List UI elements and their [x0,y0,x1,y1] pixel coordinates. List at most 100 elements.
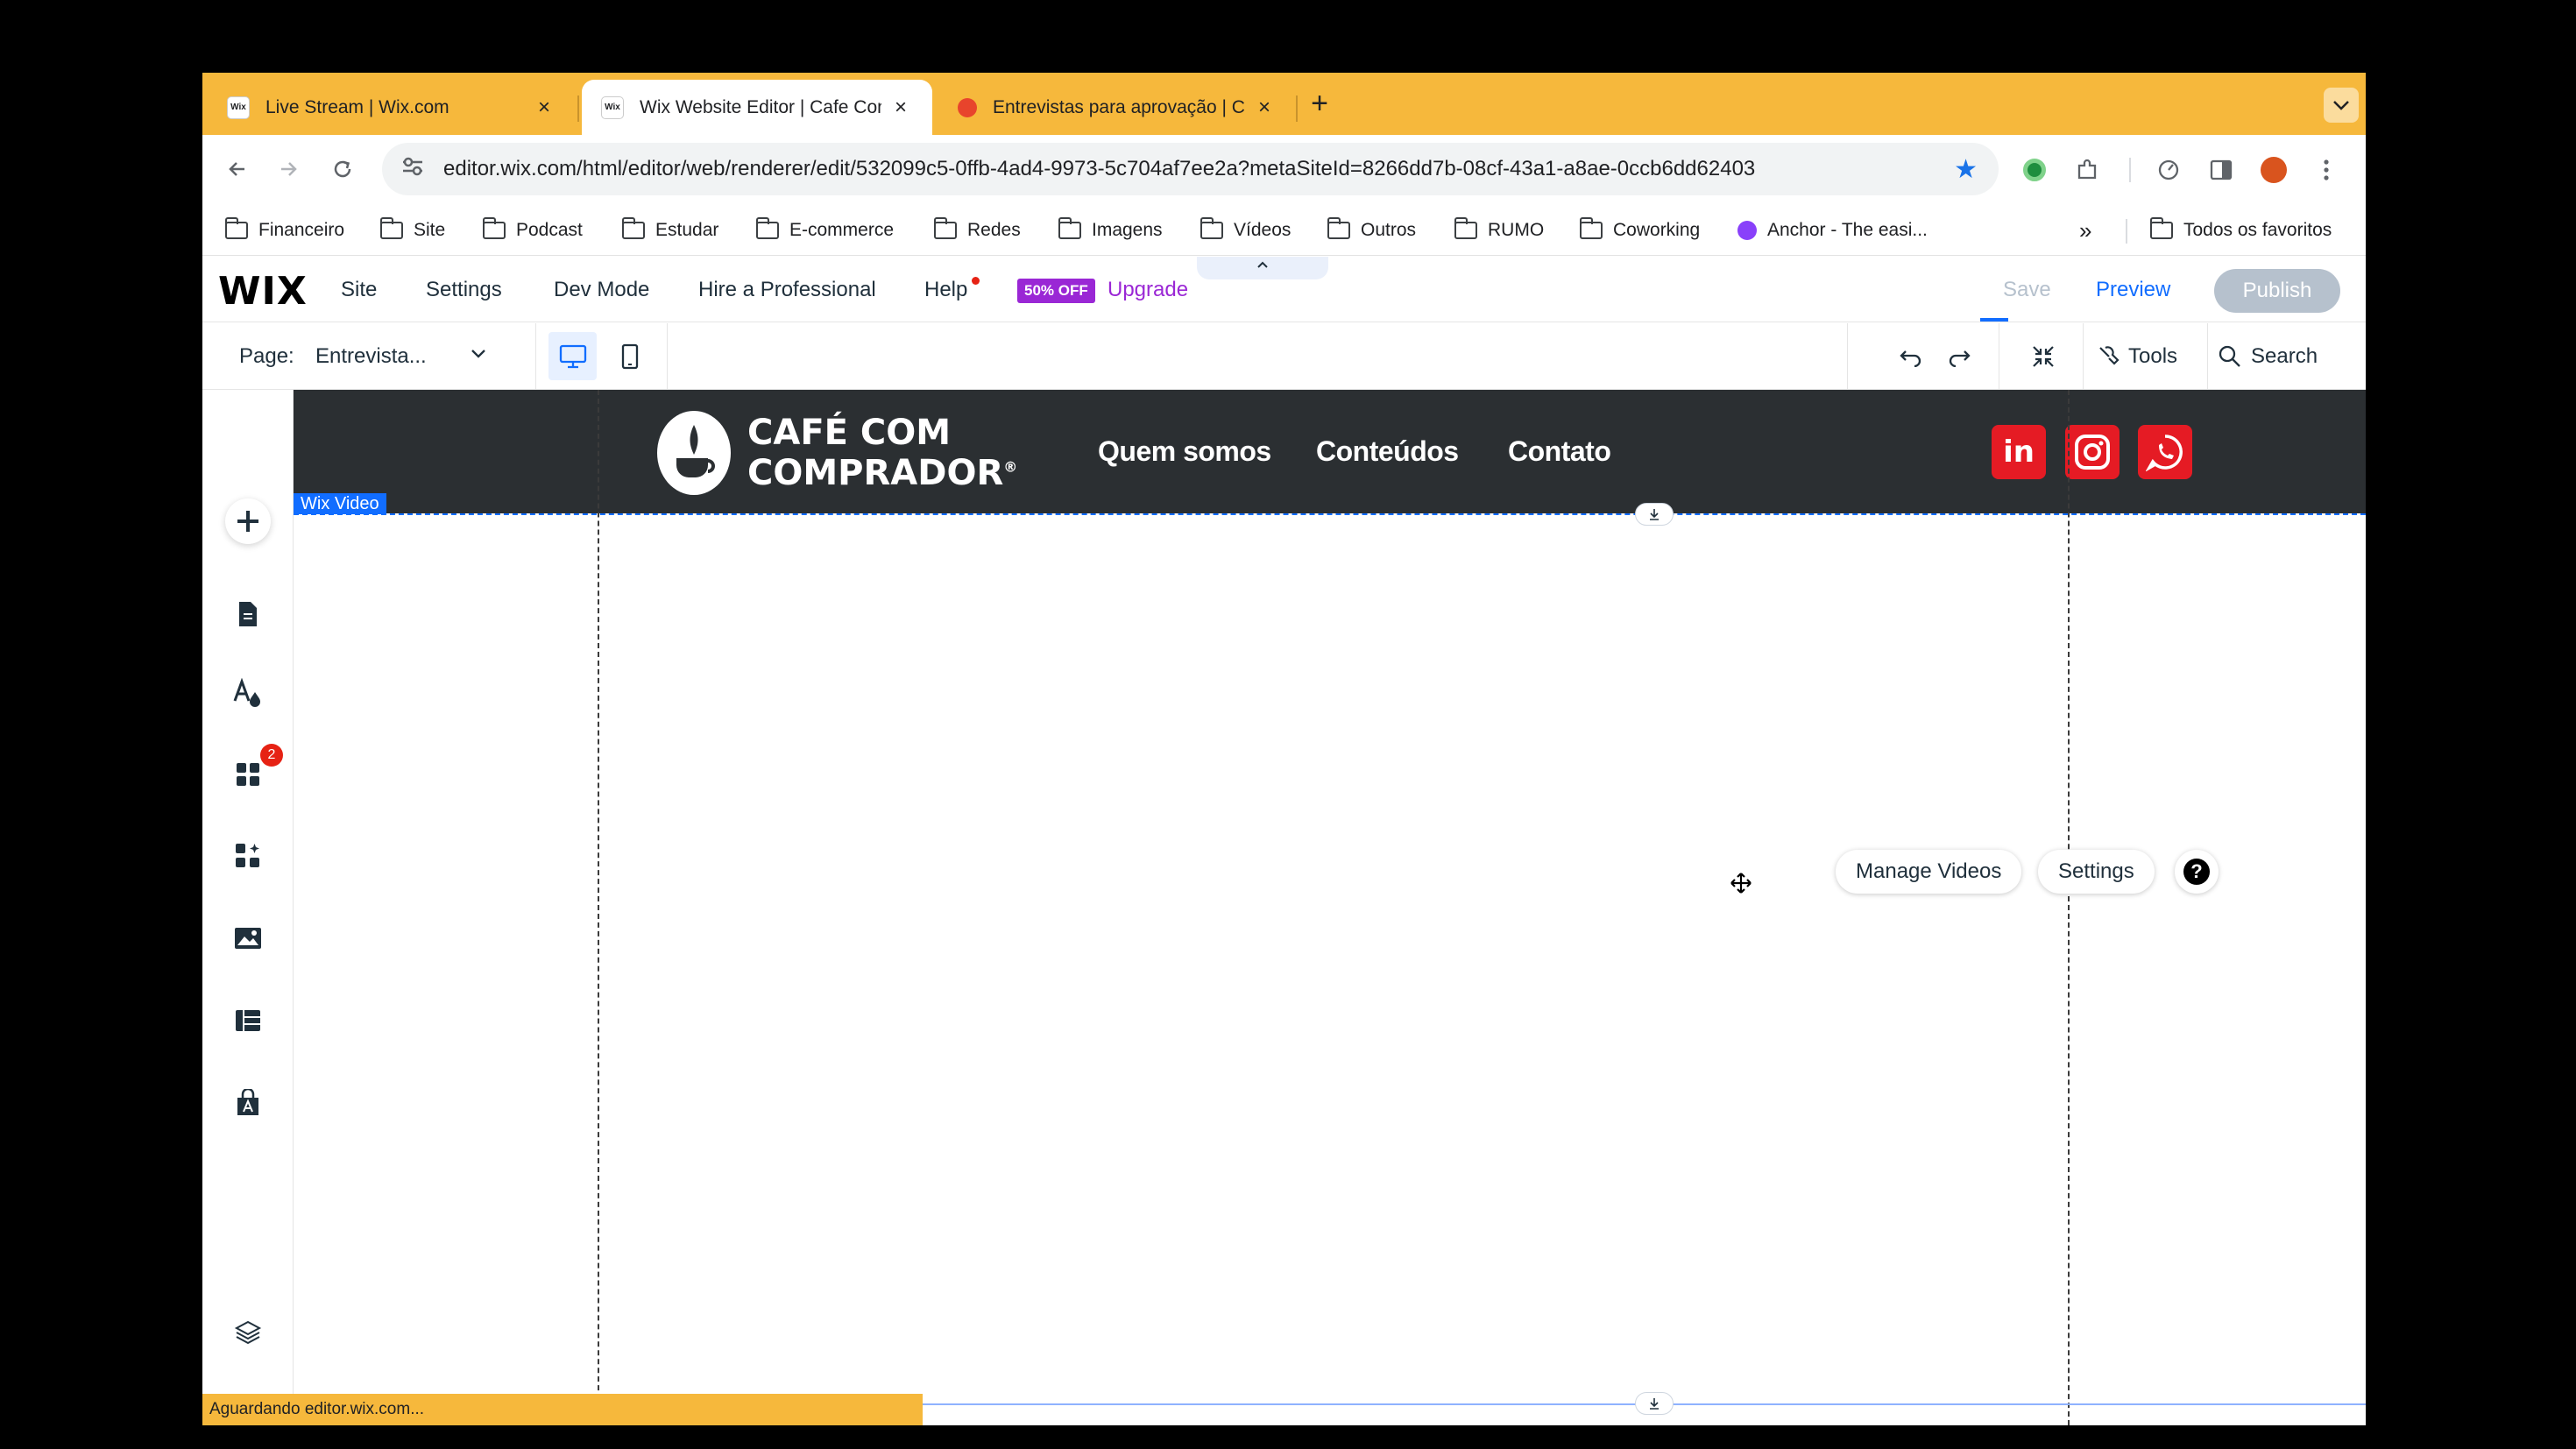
page-label: Page: [239,344,294,368]
close-icon[interactable]: × [888,95,913,120]
folder-icon [379,217,403,239]
preview-button[interactable]: Preview [2096,278,2170,302]
back-button[interactable] [220,152,255,187]
tab-separator [577,95,579,122]
undo-icon[interactable] [1893,339,1928,374]
manage-videos-button[interactable]: Manage Videos [1836,850,2022,894]
site-logo[interactable] [657,411,731,495]
forward-button[interactable] [271,152,306,187]
page-selector[interactable]: Entrevista... [315,344,427,369]
save-button[interactable]: Save [2003,278,2051,302]
url-text[interactable]: editor.wix.com/html/editor/web/renderer/… [443,157,1933,181]
stretch-handle-top[interactable] [1635,503,1674,526]
side-panel-icon[interactable] [2204,152,2239,187]
bookmark-estudar[interactable]: Estudar [621,216,718,245]
bookmark-videos[interactable]: Vídeos [1200,216,1291,245]
bookmark-financeiro[interactable]: Financeiro [224,216,344,245]
site-nav-contato[interactable]: Contato [1508,435,1611,468]
add-elements-button[interactable] [225,498,271,544]
chevron-down-icon[interactable] [470,343,487,365]
bookmarks-overflow-button[interactable]: » [2079,216,2091,245]
bookmark-imagens[interactable]: Imagens [1058,216,1163,245]
tab-search-button[interactable] [2324,88,2359,123]
arrow-right-icon [281,162,297,176]
whatsapp-icon[interactable] [2138,425,2192,479]
site-header[interactable]: CAFÉ COM COMPRADOR® Quem somos Conteúdos… [294,390,2366,513]
save-progress-indicator [1980,318,2008,322]
editor-canvas[interactable]: CAFÉ COM COMPRADOR® Quem somos Conteúdos… [294,390,2366,1425]
tab-separator [1296,95,1298,122]
left-sidebar [202,390,294,1425]
discount-badge[interactable]: 50% OFF [1017,279,1095,303]
redo-icon[interactable] [1942,339,1977,374]
instagram-icon[interactable] [2065,425,2120,479]
menu-dev-mode[interactable]: Dev Mode [554,278,649,302]
menu-help[interactable]: Help [924,278,967,302]
element-tag[interactable]: Wix Video [294,493,386,514]
collapse-toolbar-handle[interactable] [1197,257,1328,279]
search-icon[interactable] [2212,339,2247,374]
menu-hire-professional[interactable]: Hire a Professional [698,278,876,302]
reload-button[interactable] [325,152,360,187]
my-business-button[interactable] [225,833,271,879]
site-nav-quem-somos[interactable]: Quem somos [1098,435,1271,468]
bookmark-star-icon[interactable]: ★ [1954,154,1978,185]
upgrade-link[interactable]: Upgrade [1108,278,1188,302]
mobile-view-button[interactable] [605,332,654,380]
bookmark-redes[interactable]: Redes [933,216,1021,245]
new-tab-button[interactable]: + [1302,87,1337,121]
performance-icon[interactable] [2151,152,2186,187]
design-button[interactable] [225,670,271,716]
browser-menu-icon[interactable] [2309,152,2344,187]
app-market-button[interactable] [225,1080,271,1126]
logo-text-line2: COMPRADOR® [747,453,1018,493]
linkedin-icon[interactable]: in [1992,425,2046,479]
menu-settings[interactable]: Settings [426,278,502,302]
site-nav-conteudos[interactable]: Conteúdos [1316,435,1459,468]
publish-button[interactable]: Publish [2214,269,2340,313]
extensions-puzzle-icon[interactable] [2070,152,2105,187]
tab-entrevistas[interactable]: Entrevistas para aprovação | C × [938,80,1296,135]
wix-favicon-icon: Wix [227,95,250,119]
cms-button[interactable] [225,998,271,1043]
chevron-down-icon [2333,101,2349,110]
menu-site[interactable]: Site [341,278,377,302]
stretch-handle-bottom[interactable] [1635,1392,1674,1415]
folder-icon [1327,217,1350,239]
help-button[interactable]: ? [2175,850,2219,894]
bookmark-site[interactable]: Site [379,216,445,245]
bookmark-e-commerce[interactable]: E-commerce [755,216,894,245]
bookmark-podcast[interactable]: Podcast [482,216,583,245]
folder-icon [1058,217,1081,239]
folder-icon [482,217,506,239]
site-info-icon[interactable] [401,157,424,182]
tab-wix-editor[interactable]: Wix Wix Website Editor | Cafe Com × [582,80,932,135]
layers-button[interactable] [225,1310,271,1355]
bookmark-anchor[interactable]: Anchor - The easi... [1737,216,1928,245]
tools-button[interactable]: Tools [2128,344,2177,369]
tab-live-stream[interactable]: Wix Live Stream | Wix.com × [208,80,576,135]
bookmark-coworking[interactable]: Coworking [1579,216,1700,245]
desktop-view-button[interactable] [548,332,597,380]
all-bookmarks[interactable]: Todos os favoritos [2149,216,2332,245]
address-bar[interactable]: editor.wix.com/html/editor/web/renderer/… [382,143,1999,195]
toolbar-divider [1847,323,1848,390]
wix-logo[interactable]: WIX [218,269,308,314]
bookmark-outros[interactable]: Outros [1327,216,1416,245]
close-icon[interactable]: × [1252,95,1277,120]
apps-notification-badge: 2 [260,744,283,767]
theme-icon [233,678,260,707]
close-icon[interactable]: × [532,95,556,120]
pages-button[interactable] [225,591,271,637]
tools-icon[interactable] [2090,339,2125,374]
media-button[interactable] [225,915,271,961]
settings-button[interactable]: Settings [2038,850,2155,894]
search-button[interactable]: Search [2251,344,2318,369]
zoom-out-icon[interactable] [2026,339,2061,374]
question-icon: ? [2183,859,2210,885]
bookmark-rumo[interactable]: RUMO [1454,216,1544,245]
extension-green-icon[interactable] [2017,152,2052,187]
toolbar-divider [535,323,536,390]
profile-avatar[interactable] [2256,152,2291,187]
tab-label: Live Stream | Wix.com [265,96,449,117]
